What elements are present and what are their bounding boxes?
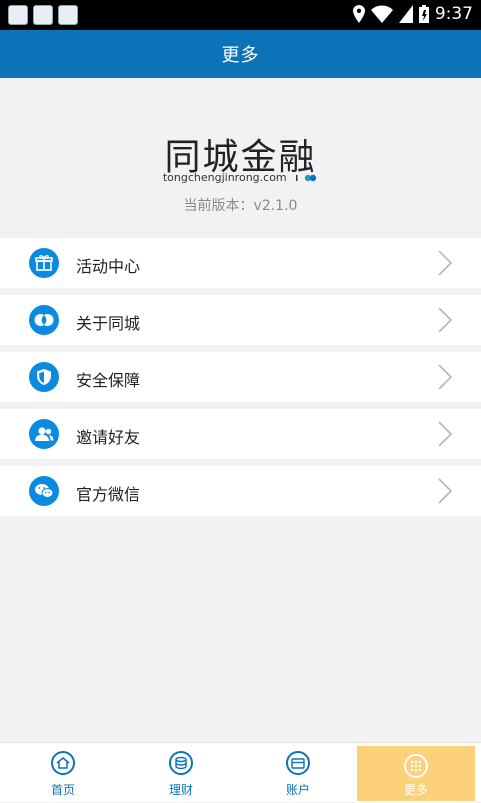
brand-section: 同城金融 tongchengjinrong.com 当前版本：v2.1.0 (0, 78, 481, 238)
menu-item-official-wechat[interactable]: 官方微信 (0, 466, 481, 516)
app-notification-icon (8, 5, 28, 25)
menu-item-label: 活动中心 (76, 257, 141, 276)
menu-item-label: 安全保障 (76, 371, 141, 390)
tab-label: 更多 (403, 783, 428, 797)
menu-item-label: 官方微信 (76, 485, 141, 504)
chevron-right-icon (438, 307, 453, 333)
status-bar: 9:37 (0, 0, 481, 30)
menu-item-activity-center[interactable]: 活动中心 (0, 238, 481, 288)
tab-label: 账户 (285, 783, 310, 797)
menu-item-label: 邀请好友 (76, 428, 141, 447)
notification-icons (8, 5, 78, 25)
gift-icon (29, 248, 59, 278)
tab-label: 理财 (168, 783, 193, 797)
app-bar: 更多 (0, 30, 481, 78)
shield-icon (29, 362, 59, 392)
tab-home[interactable]: 首页 (4, 743, 122, 803)
signal-icon (398, 5, 413, 23)
tab-wealth[interactable]: 理财 (122, 743, 240, 803)
menu-item-about[interactable]: 关于同城 (0, 295, 481, 345)
chevron-right-icon (438, 478, 453, 504)
wifi-icon (370, 5, 393, 23)
rings-icon (29, 305, 59, 335)
system-icons: 9:37 (352, 4, 473, 24)
grid-icon (404, 754, 428, 778)
chevron-right-icon (438, 364, 453, 390)
coins-icon (169, 751, 193, 775)
clock: 9:37 (434, 4, 473, 24)
battery-icon (418, 5, 429, 23)
tab-label: 首页 (50, 783, 75, 797)
menu-item-security[interactable]: 安全保障 (0, 352, 481, 402)
version-label: 当前版本：v2.1.0 (183, 198, 298, 214)
wallet-icon (286, 751, 310, 775)
app-notification-icon (58, 5, 78, 25)
app-notification-icon (33, 5, 53, 25)
tab-more[interactable]: 更多 (357, 746, 475, 801)
page-title: 更多 (221, 45, 260, 66)
wechat-icon (29, 476, 59, 506)
chevron-right-icon (438, 250, 453, 276)
logo-domain-text: tongchengjinrong.com (162, 171, 287, 184)
logo-mark-icon (296, 172, 318, 185)
bottom-tab-bar: 首页 理财 账户 更多 (0, 742, 481, 802)
tab-account[interactable]: 账户 (239, 743, 357, 803)
logo-domain: tongchengjinrong.com (0, 171, 481, 185)
people-icon (29, 419, 59, 449)
chevron-right-icon (438, 421, 453, 447)
location-icon (352, 5, 365, 23)
home-icon (51, 751, 75, 775)
menu-item-invite-friends[interactable]: 邀请好友 (0, 409, 481, 459)
menu-item-label: 关于同城 (76, 314, 141, 333)
